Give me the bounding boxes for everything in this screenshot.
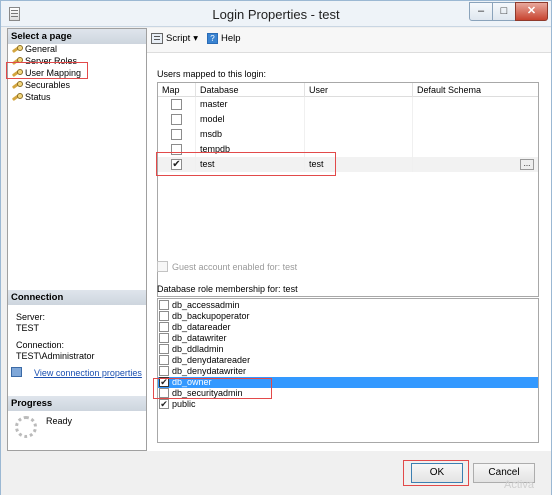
wrench-icon bbox=[12, 92, 23, 102]
role-checkbox[interactable] bbox=[159, 344, 169, 354]
page-label: Status bbox=[25, 92, 51, 102]
table-row[interactable]: model bbox=[158, 112, 538, 127]
users-mapped-label: Users mapped to this login: bbox=[157, 69, 267, 79]
database-cell: model bbox=[200, 114, 225, 124]
connection-properties-icon bbox=[11, 367, 22, 377]
minimize-button[interactable]: – bbox=[469, 2, 493, 21]
connection-label: Connection: bbox=[16, 340, 65, 350]
page-label: General bbox=[25, 44, 58, 54]
help-icon: ? bbox=[207, 33, 218, 44]
user-mapping-highlight bbox=[6, 62, 88, 79]
connection-header: Connection bbox=[8, 290, 146, 305]
map-checkbox[interactable] bbox=[171, 99, 182, 110]
wrench-icon bbox=[12, 80, 23, 90]
view-connection-properties-link[interactable]: View connection properties bbox=[34, 368, 142, 379]
connection-value: TEST\Administrator bbox=[16, 351, 95, 361]
grid-header: Map Database User Default Schema bbox=[158, 83, 538, 97]
activation-watermark: Activa bbox=[504, 479, 534, 491]
default-schema-browse-button[interactable]: ... bbox=[520, 159, 534, 170]
server-label: Server: bbox=[16, 312, 46, 322]
map-checkbox[interactable] bbox=[171, 129, 182, 140]
guest-account-label: Guest account enabled for: test bbox=[172, 261, 298, 272]
list-item[interactable]: db_datareader bbox=[158, 322, 538, 333]
database-cell: msdb bbox=[200, 129, 223, 139]
script-icon bbox=[151, 33, 163, 44]
maximize-button[interactable]: □ bbox=[492, 2, 516, 21]
test-row-highlight bbox=[156, 152, 336, 176]
page-label: Securables bbox=[25, 80, 71, 90]
map-checkbox[interactable] bbox=[171, 114, 182, 125]
script-button[interactable]: Script ▾ bbox=[151, 33, 198, 44]
guest-checkbox-box bbox=[157, 261, 168, 272]
table-row[interactable]: master bbox=[158, 97, 538, 112]
role-checkbox[interactable] bbox=[159, 300, 169, 310]
guest-account-checkbox: Guest account enabled for: test bbox=[157, 261, 297, 272]
list-item[interactable]: db_ddladmin bbox=[158, 344, 538, 355]
ok-button-highlight bbox=[403, 460, 469, 486]
column-header-default-schema[interactable]: Default Schema bbox=[417, 85, 481, 95]
db-owner-highlight bbox=[153, 378, 272, 399]
left-pane: Select a page General Server Roles User … bbox=[7, 28, 147, 451]
server-value: TEST bbox=[16, 323, 40, 333]
page-item-status[interactable]: Status bbox=[12, 91, 81, 103]
list-item[interactable]: db_backupoperator bbox=[158, 311, 538, 322]
progress-header: Progress bbox=[8, 396, 146, 411]
help-label: Help bbox=[221, 33, 241, 44]
list-item[interactable]: db_denydatareader bbox=[158, 355, 538, 366]
role-checkbox[interactable] bbox=[159, 322, 169, 332]
page-item-general[interactable]: General bbox=[12, 43, 81, 55]
role-checkbox[interactable] bbox=[159, 366, 169, 376]
progress-spinner-icon bbox=[15, 416, 37, 438]
list-item[interactable]: db_denydatawriter bbox=[158, 366, 538, 377]
toolbar: Script ▾ ? Help bbox=[147, 28, 551, 53]
select-page-header: Select a page bbox=[8, 29, 146, 44]
close-button[interactable]: ✕ bbox=[515, 2, 548, 21]
help-button[interactable]: ? Help bbox=[207, 33, 241, 44]
list-item[interactable]: db_datawriter bbox=[158, 333, 538, 344]
database-cell: master bbox=[200, 99, 228, 109]
role-checkbox[interactable] bbox=[159, 355, 169, 365]
column-header-map[interactable]: Map bbox=[162, 85, 180, 95]
progress-status: Ready bbox=[46, 416, 73, 426]
column-header-user[interactable]: User bbox=[309, 85, 328, 95]
role-membership-list: db_accessadmin db_backupoperator db_data… bbox=[157, 298, 539, 443]
list-item[interactable]: db_accessadmin bbox=[158, 300, 538, 311]
role-checkbox[interactable] bbox=[159, 311, 169, 321]
role-checkbox[interactable] bbox=[159, 333, 169, 343]
roles-label: Database role membership for: test bbox=[157, 284, 298, 294]
wrench-icon bbox=[12, 44, 23, 54]
list-item[interactable]: ✔ public bbox=[158, 399, 538, 410]
login-properties-window: Login Properties - test – □ ✕ Select a p… bbox=[0, 0, 552, 495]
column-header-database[interactable]: Database bbox=[200, 85, 239, 95]
role-checkbox[interactable]: ✔ bbox=[159, 399, 169, 409]
page-item-securables[interactable]: Securables bbox=[12, 79, 81, 91]
table-row[interactable]: msdb bbox=[158, 127, 538, 142]
script-label: Script bbox=[166, 33, 191, 44]
chevron-down-icon: ▾ bbox=[193, 33, 199, 44]
title-bar: Login Properties - test – □ ✕ bbox=[1, 1, 551, 27]
